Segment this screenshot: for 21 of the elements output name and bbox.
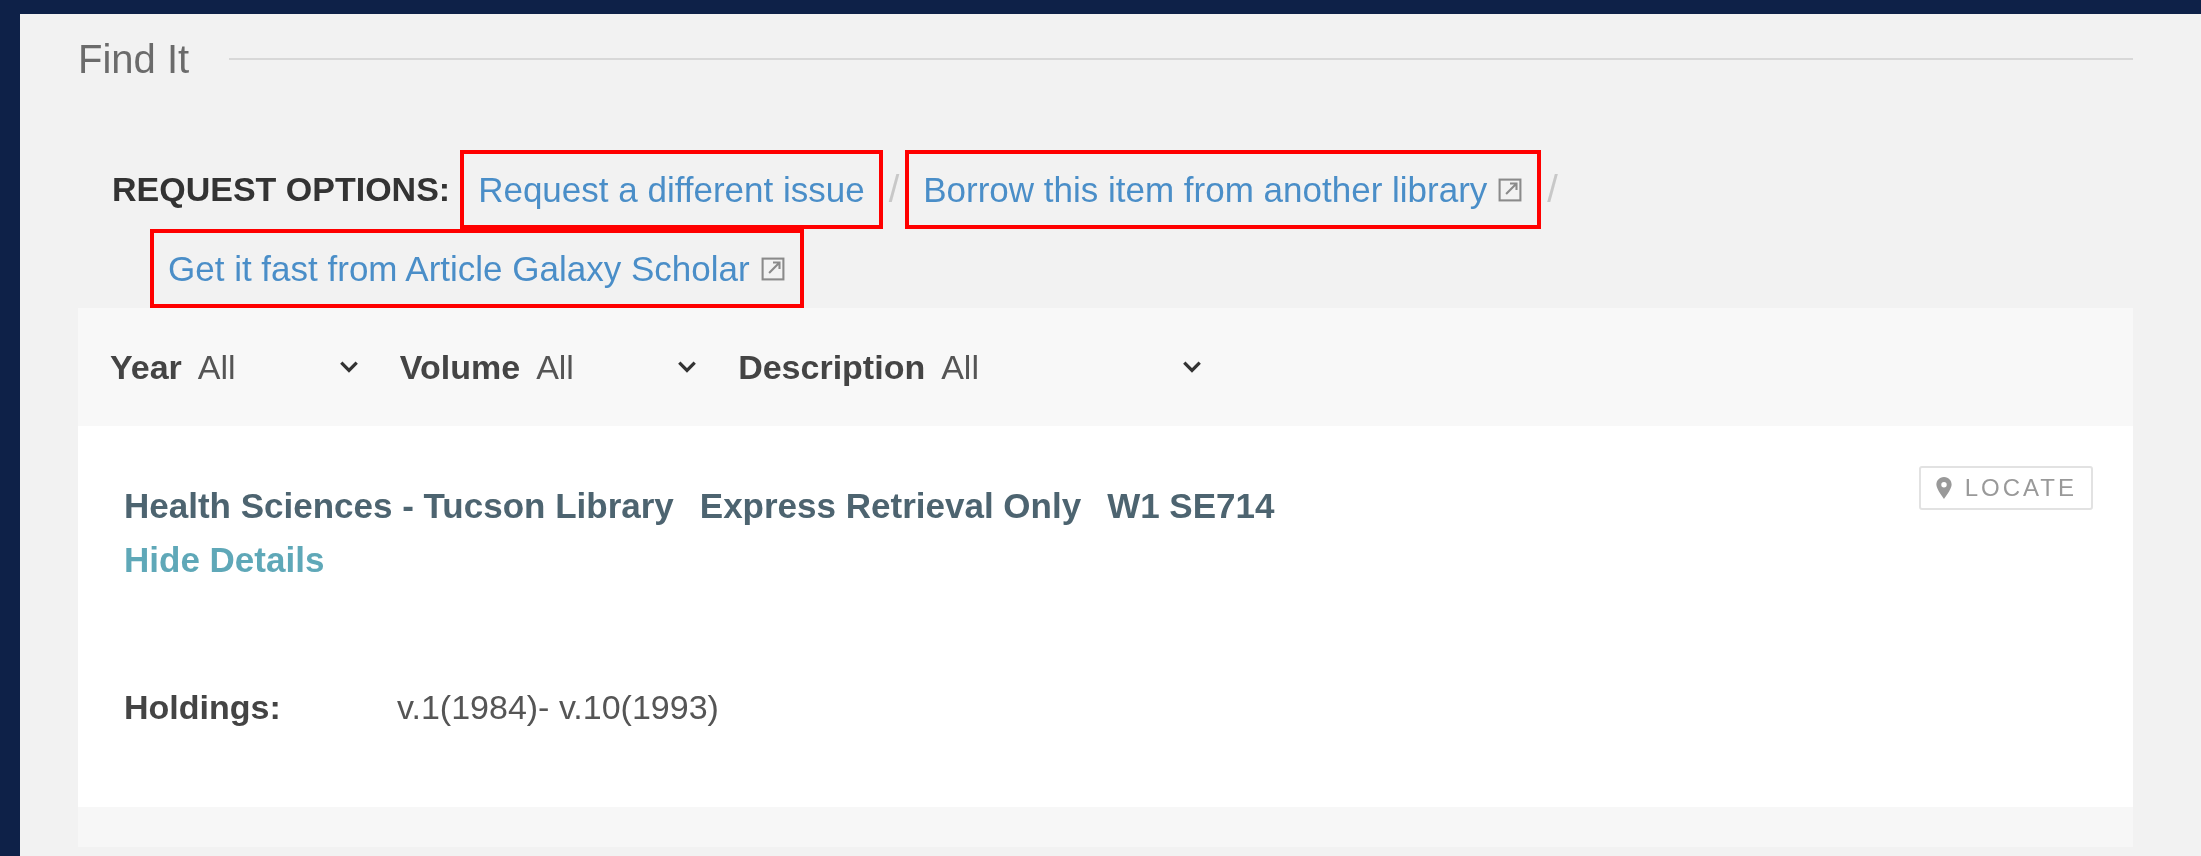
- section-title: Find It: [78, 36, 190, 82]
- map-pin-icon: [1934, 476, 1953, 500]
- collection-name: Express Retrieval Only: [699, 486, 1082, 526]
- request-link[interactable]: Request a different issue: [478, 169, 865, 210]
- holdings-label: Holdings:: [124, 688, 282, 727]
- library-name: Health Sciences - Tucson Library: [124, 486, 674, 526]
- chevron-down-icon: [337, 359, 360, 375]
- filter-dropdown[interactable]: Year All: [110, 347, 360, 387]
- separator: /: [1547, 168, 1558, 211]
- separator: /: [888, 168, 900, 211]
- locate-button[interactable]: LOCATE: [1918, 466, 2093, 510]
- hide-details-link[interactable]: Hide Details: [124, 540, 325, 580]
- request-options-label: REQUEST OPTIONS:: [112, 170, 451, 209]
- request-link[interactable]: Borrow this item from another library: [923, 169, 1488, 210]
- filter-dropdown[interactable]: Description All: [738, 347, 1204, 387]
- request-link[interactable]: Get it fast from Article Galaxy Scholar: [168, 248, 750, 289]
- filter-dropdown[interactable]: Volume All: [399, 347, 699, 387]
- call-number: W1 SE714: [1107, 486, 1275, 526]
- chevron-down-icon: [1181, 359, 1204, 375]
- chevron-down-icon: [676, 359, 699, 375]
- holdings-value: v.1(1984)- v.10(1993): [397, 688, 719, 727]
